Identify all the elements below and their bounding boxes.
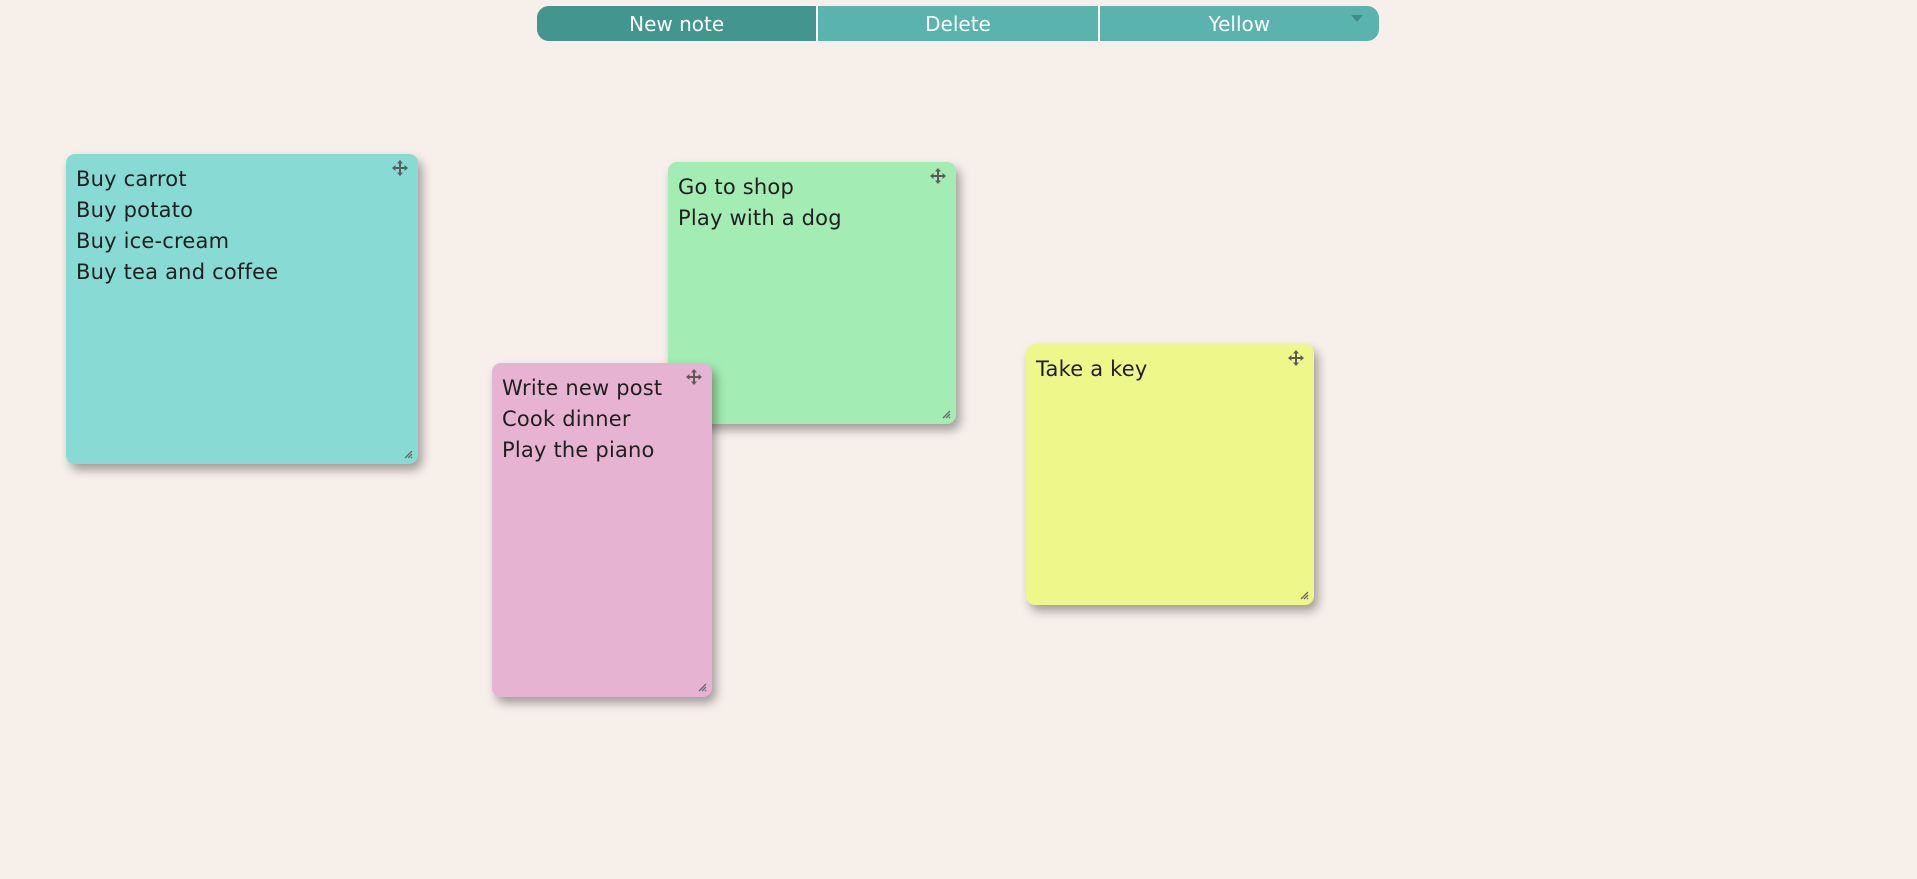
note-line: Buy tea and coffee [76, 260, 279, 284]
delete-button[interactable]: Delete [816, 6, 1097, 41]
new-note-button[interactable]: New note [537, 6, 817, 41]
resize-grip-icon[interactable] [1299, 590, 1309, 600]
sticky-note[interactable]: Write new post Cook dinner Play the pian… [492, 363, 712, 697]
note-text[interactable]: Take a key [1036, 354, 1304, 385]
sticky-note[interactable]: Buy carrot Buy potato Buy ice-cream Buy … [66, 154, 418, 464]
move-arrows-icon[interactable] [930, 168, 946, 184]
resize-grip-icon[interactable] [941, 409, 951, 419]
note-line: Play the piano [502, 438, 655, 462]
note-line: Buy carrot [76, 167, 187, 191]
color-select-value: Yellow [1208, 11, 1271, 36]
toolbar: New note Delete Yellow [537, 6, 1379, 41]
note-line: Go to shop [678, 175, 794, 199]
sticky-note[interactable]: Take a key [1026, 344, 1314, 605]
chevron-down-icon [1350, 15, 1363, 22]
note-text[interactable]: Write new post Cook dinner Play the pian… [502, 373, 702, 466]
note-line: Play with a dog [678, 206, 842, 230]
note-line: Cook dinner [502, 407, 631, 431]
move-arrows-icon[interactable] [686, 369, 702, 385]
note-line: Buy ice-cream [76, 229, 230, 253]
note-line: Write new post [502, 376, 663, 400]
note-text[interactable]: Go to shop Play with a dog [678, 172, 946, 234]
note-line: Buy potato [76, 198, 194, 222]
note-line: Take a key [1036, 357, 1148, 381]
move-arrows-icon[interactable] [1288, 350, 1304, 366]
move-arrows-icon[interactable] [392, 160, 408, 176]
color-select[interactable]: Yellow [1097, 6, 1379, 41]
resize-grip-icon[interactable] [403, 449, 413, 459]
resize-grip-icon[interactable] [697, 682, 707, 692]
note-text[interactable]: Buy carrot Buy potato Buy ice-cream Buy … [76, 164, 408, 288]
